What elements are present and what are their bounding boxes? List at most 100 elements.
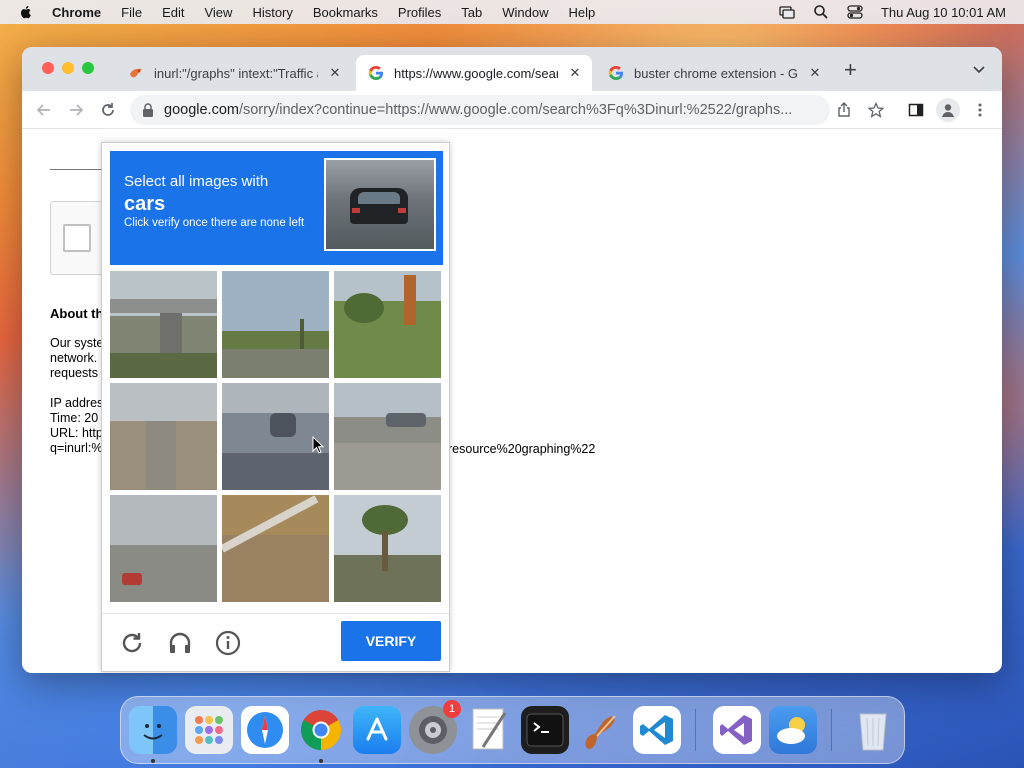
about-heading: About th [50,306,104,321]
vscode-app-icon[interactable] [633,706,681,754]
mouse-cursor-icon [312,436,324,454]
menu-profiles[interactable]: Profiles [398,5,441,20]
instruction-subtext: Click verify once there are none left [124,217,305,229]
browser-toolbar: google.com /sorry/index?continue=https:/… [22,91,1002,129]
tab-title: buster chrome extension - Goo [634,65,798,81]
apple-icon[interactable] [18,4,34,20]
verify-button[interactable]: VERIFY [341,621,441,661]
google-favicon-icon [368,66,383,80]
arrow-left-icon [36,104,50,116]
sample-image [324,158,436,251]
visual-studio-app-icon[interactable] [713,706,761,754]
terminal-app-icon[interactable] [521,706,569,754]
menu-help[interactable]: Help [569,5,596,20]
star-icon [868,102,884,118]
close-tab-icon[interactable]: ✕ [326,64,344,82]
url-tail-text: resource%20graphing%22 [448,442,596,456]
close-tab-icon[interactable]: ✕ [566,64,584,82]
google-favicon-icon [608,66,623,80]
close-tab-icon[interactable]: ✕ [806,64,824,82]
profile-button[interactable] [936,98,960,122]
info-icon[interactable] [215,630,241,656]
sample-car-light [352,208,360,213]
menu-clock[interactable]: Thu Aug 10 10:01 AM [881,5,1006,20]
dock: 1 [120,696,905,764]
menu-app-name[interactable]: Chrome [52,5,101,20]
menu-edit[interactable]: Edit [162,5,184,20]
sample-car-window [358,192,400,204]
image-tile-4[interactable] [110,383,217,490]
chrome-menu-button[interactable] [970,100,990,120]
image-tile-3[interactable] [334,271,441,378]
headphones-icon[interactable] [167,630,193,656]
tab-google-sorry[interactable]: https://www.google.com/searc ✕ [356,55,592,91]
menu-view[interactable]: View [204,5,232,20]
side-panel-icon [908,103,924,117]
dock-separator [695,709,696,751]
challenge-header: Select all images with cars Click verify… [110,151,443,265]
sample-car-light [398,208,406,213]
image-tile-9[interactable] [334,495,441,602]
image-tile-6[interactable] [334,383,441,490]
tab-title: inurl:"/graphs" intext:"Traffic a [154,65,318,81]
weather-app-icon[interactable] [769,706,817,754]
finder-app-icon[interactable] [129,706,177,754]
paragraph-line: Our syste [50,336,104,350]
share-button[interactable] [834,100,854,120]
image-tile-8[interactable] [222,495,329,602]
menu-window[interactable]: Window [502,5,548,20]
reload-icon[interactable] [119,630,145,656]
app-store-app-icon[interactable] [353,706,401,754]
image-tile-7[interactable] [110,495,217,602]
recaptcha-challenge: Select all images with cars Click verify… [101,142,450,672]
screen-mirroring-icon[interactable] [779,4,795,20]
chrome-app-icon[interactable] [297,706,345,754]
system-settings-app-icon[interactable]: 1 [409,700,461,754]
launchpad-app-icon[interactable] [185,706,233,754]
url-line: URL: http [50,426,103,440]
recaptcha-checkbox[interactable] [63,224,91,252]
paragraph-line: network. [50,351,98,365]
bookmark-button[interactable] [866,100,886,120]
minimize-window-button[interactable] [62,62,74,74]
menu-bookmarks[interactable]: Bookmarks [313,5,378,20]
garageband-app-icon[interactable] [577,706,625,754]
reload-icon [102,103,114,116]
menu-file[interactable]: File [121,5,142,20]
menu-history[interactable]: History [252,5,292,20]
trash-app-icon[interactable] [849,706,897,754]
challenge-footer: VERIFY [102,613,449,671]
arrow-right-icon [70,104,84,116]
spotlight-search-icon[interactable] [813,4,829,20]
running-indicator [151,759,155,763]
chevron-down-icon[interactable] [972,63,986,77]
zoom-window-button[interactable] [82,62,94,74]
notification-badge: 1 [443,700,461,718]
instruction-text: Select all images with [124,173,269,190]
safari-app-icon[interactable] [241,706,289,754]
side-panel-button[interactable] [906,100,926,120]
textedit-app-icon[interactable] [465,706,513,754]
new-tab-button[interactable]: + [844,59,864,81]
dock-separator [831,709,832,751]
menu-tab[interactable]: Tab [461,5,482,20]
time-line: Time: 20 [50,411,99,425]
forward-button[interactable] [66,100,86,120]
reload-button[interactable] [98,100,118,120]
back-button[interactable] [34,100,54,120]
close-window-button[interactable] [42,62,54,74]
tab-graphs-search[interactable]: inurl:"/graphs" intext:"Traffic a ✕ [116,55,352,91]
paragraph-line: requests [50,366,98,380]
tab-strip: inurl:"/graphs" intext:"Traffic a ✕ http… [22,47,1002,91]
address-bar[interactable]: google.com /sorry/index?continue=https:/… [130,95,830,125]
image-tile-2[interactable] [222,271,329,378]
about-paragraph: Our syste network. requests [50,336,104,381]
url-path: /sorry/index?continue=https://www.google… [238,102,793,118]
tab-title: https://www.google.com/searc [394,65,558,81]
lock-icon[interactable] [142,103,154,117]
image-tile-1[interactable] [110,271,217,378]
avatar-icon [942,104,954,117]
tab-buster-search[interactable]: buster chrome extension - Goo ✕ [596,55,832,91]
favicon-icon [130,68,142,78]
control-center-icon[interactable] [847,4,863,20]
